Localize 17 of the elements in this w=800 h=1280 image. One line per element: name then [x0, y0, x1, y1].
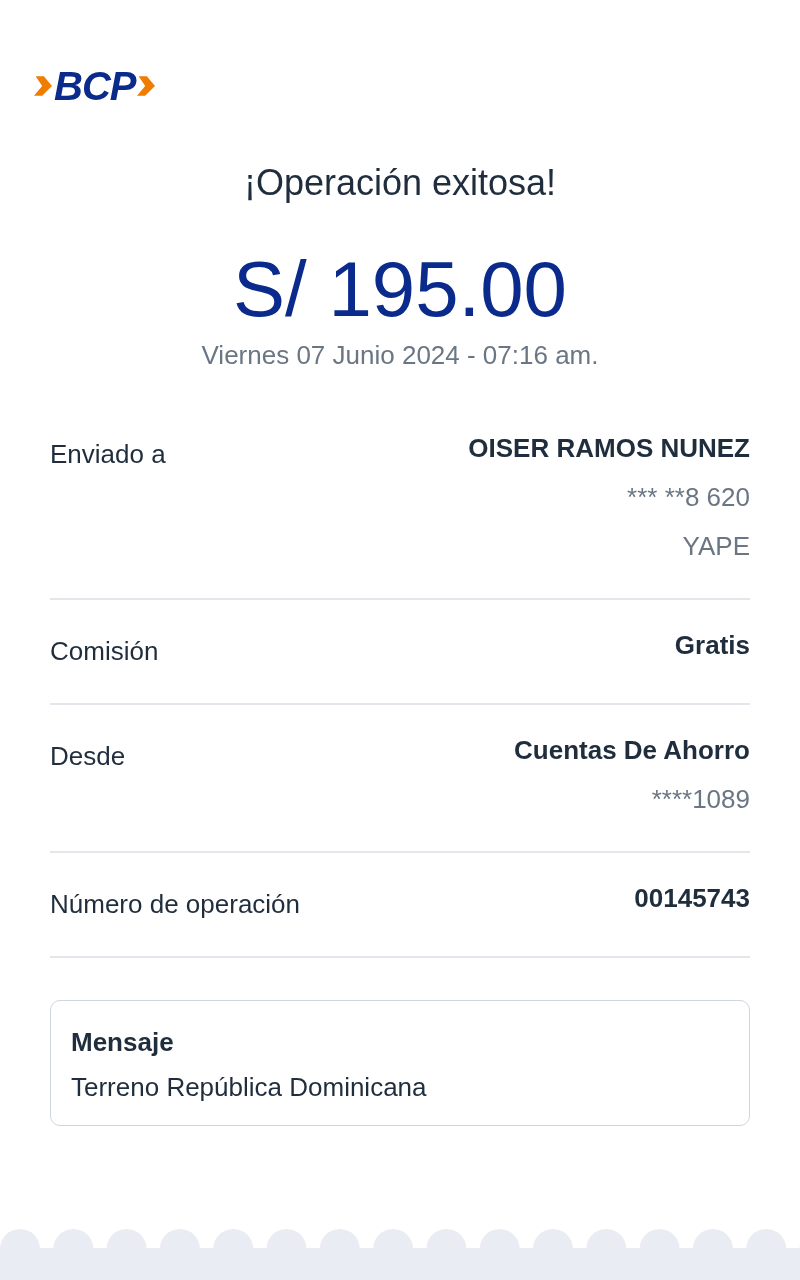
- detail-value: Gratis: [674, 630, 750, 661]
- detail-value: ****1089: [651, 784, 750, 815]
- detail-label: Número de operación: [50, 889, 301, 920]
- detail-value: *** **8 620: [627, 482, 750, 513]
- detail-value: Cuentas De Ahorro: [514, 735, 750, 766]
- bcp-logo: BCP: [34, 66, 156, 106]
- message-title: Mensaje: [71, 1027, 175, 1058]
- detail-label: Comisión: [50, 636, 159, 667]
- detail-label: Desde: [50, 741, 126, 772]
- success-title: ¡Operación exitosa!: [242, 162, 558, 204]
- date-time: Viernes 07 Junio 2024 - 07:16 am.: [200, 340, 600, 371]
- detail-value: 00145743: [634, 883, 750, 914]
- detail-label: Enviado a: [50, 439, 166, 470]
- message-text: Terreno República Dominicana: [71, 1072, 428, 1103]
- amount: S/ 195.00: [232, 244, 568, 334]
- detail-value: OISER RAMOS NUNEZ: [468, 433, 750, 464]
- detail-value: YAPE: [682, 531, 750, 562]
